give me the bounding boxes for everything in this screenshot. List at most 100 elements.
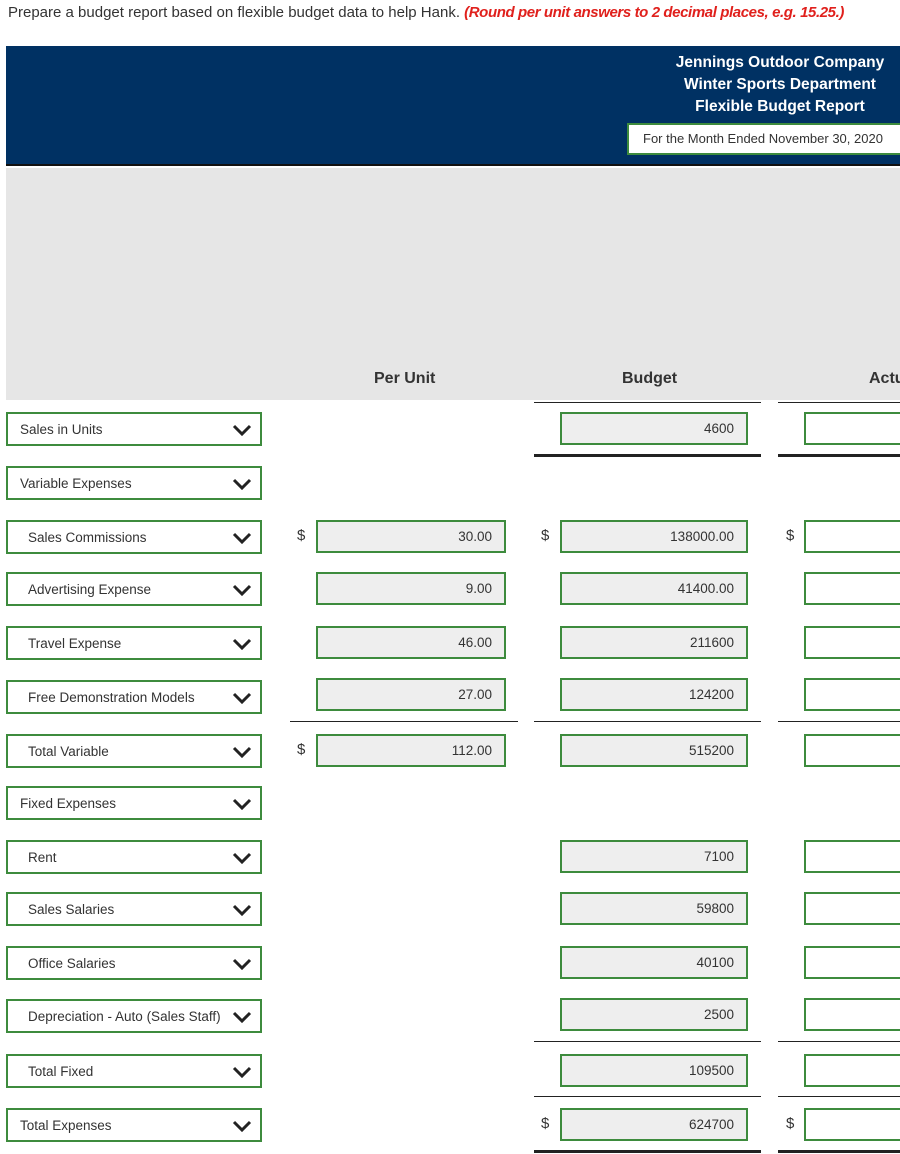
budget-input-rent[interactable]: 7100 [560,840,748,873]
period-select[interactable]: For the Month Ended November 30, 2020 [627,123,900,155]
rule [778,454,900,457]
chevron-down-icon [232,584,252,596]
column-header-budget: Budget [622,370,678,387]
budget-input-depreciation[interactable]: 2500 [560,998,748,1031]
rule [778,721,900,722]
chevron-down-icon [232,532,252,544]
rule [534,454,761,457]
per-unit-input-travel[interactable]: 46.00 [316,626,506,659]
row-label-select-travel[interactable]: Travel Expense [6,626,262,660]
company-name: Jennings Outdoor Company [675,54,885,71]
rule [534,1096,761,1097]
row-label-select-fixed-expenses[interactable]: Fixed Expenses [6,786,262,820]
chevron-down-icon [232,904,252,916]
chevron-down-icon [232,852,252,864]
chevron-down-icon [232,1066,252,1078]
chevron-down-icon [232,1120,252,1132]
actual-input-total-expenses[interactable] [804,1108,900,1141]
row-label-select-sales-units[interactable]: Sales in Units [6,412,262,446]
row-label-select-total-variable[interactable]: Total Variable [6,734,262,768]
chevron-down-icon [232,958,252,970]
budget-input-total-expenses[interactable]: 624700 [560,1108,748,1141]
actual-input-rent[interactable] [804,840,900,873]
actual-input-depreciation[interactable] [804,998,900,1031]
actual-input-sales-salaries[interactable] [804,892,900,925]
row-label-select-demo-models[interactable]: Free Demonstration Models [6,680,262,714]
row-label: Travel Expense [28,636,122,651]
rule [778,1096,900,1097]
rule [778,1150,900,1153]
row-label-select-sales-commissions[interactable]: Sales Commissions [6,520,262,554]
per-unit-input-total-variable[interactable]: 112.00 [316,734,506,767]
instruction-hint: (Round per unit answers to 2 decimal pla… [464,4,844,21]
dollar-sign: $ [541,527,550,544]
row-label-select-advertising[interactable]: Advertising Expense [6,572,262,606]
row-label: Total Fixed [28,1064,94,1079]
column-header-actual: Actu [869,370,900,387]
row-label: Free Demonstration Models [28,690,195,705]
chevron-down-icon [232,638,252,650]
row-label: Sales in Units [20,422,103,437]
chevron-down-icon [232,1011,252,1023]
actual-input-demo-models[interactable] [804,678,900,711]
row-label-select-total-fixed[interactable]: Total Fixed [6,1054,262,1088]
budget-input-travel[interactable]: 211600 [560,626,748,659]
row-label: Total Expenses [20,1118,112,1133]
row-label: Depreciation - Auto (Sales Staff) [28,1009,221,1024]
column-header-per-unit: Per Unit [374,370,436,387]
dollar-sign: $ [786,527,795,544]
row-label-select-depreciation[interactable]: Depreciation - Auto (Sales Staff) [6,999,262,1033]
per-unit-input-demo-models[interactable]: 27.00 [316,678,506,711]
instruction-text: Prepare a budget report based on flexibl… [8,4,844,21]
actual-input-total-fixed[interactable] [804,1054,900,1087]
budget-input-advertising[interactable]: 41400.00 [560,572,748,605]
dollar-sign: $ [786,1115,795,1132]
row-label: Office Salaries [28,956,116,971]
actual-input-travel[interactable] [804,626,900,659]
rule [534,721,761,722]
row-label-select-office-salaries[interactable]: Office Salaries [6,946,262,980]
chevron-down-icon [232,692,252,704]
row-label: Total Variable [28,744,109,759]
chevron-down-icon [232,798,252,810]
actual-input-sales-commissions[interactable] [804,520,900,553]
dollar-sign: $ [297,527,306,544]
row-label: Sales Salaries [28,902,115,917]
row-label: Rent [28,850,57,865]
row-label: Variable Expenses [20,476,132,491]
row-label: Sales Commissions [28,530,147,545]
rule [290,721,518,722]
dollar-sign: $ [541,1115,550,1132]
actual-input-sales-units[interactable] [804,412,900,445]
row-label-select-total-expenses[interactable]: Total Expenses [6,1108,262,1142]
actual-input-advertising[interactable] [804,572,900,605]
budget-input-total-variable[interactable]: 515200 [560,734,748,767]
rule [778,402,900,403]
actual-input-office-salaries[interactable] [804,946,900,979]
rule [534,1150,761,1153]
budget-input-office-salaries[interactable]: 40100 [560,946,748,979]
budget-input-sales-salaries[interactable]: 59800 [560,892,748,925]
report-title: Flexible Budget Report [695,98,865,115]
rule [778,1041,900,1042]
chevron-down-icon [232,424,252,436]
chevron-down-icon [232,478,252,490]
row-label-select-variable-expenses[interactable]: Variable Expenses [6,466,262,500]
department-name: Winter Sports Department [684,76,876,93]
budget-input-total-fixed[interactable]: 109500 [560,1054,748,1087]
actual-input-total-variable[interactable] [804,734,900,767]
column-header-band [6,168,900,400]
instruction-main: Prepare a budget report based on flexibl… [8,4,465,21]
budget-input-sales-units[interactable]: 4600 [560,412,748,445]
row-label: Fixed Expenses [20,796,117,811]
row-label-select-rent[interactable]: Rent [6,840,262,874]
rule [534,1041,761,1042]
rule [534,402,761,403]
dollar-sign: $ [297,741,306,758]
row-label-select-sales-salaries[interactable]: Sales Salaries [6,892,262,926]
per-unit-input-sales-commissions[interactable]: 30.00 [316,520,506,553]
chevron-down-icon [232,746,252,758]
budget-input-demo-models[interactable]: 124200 [560,678,748,711]
budget-input-sales-commissions[interactable]: 138000.00 [560,520,748,553]
per-unit-input-advertising[interactable]: 9.00 [316,572,506,605]
